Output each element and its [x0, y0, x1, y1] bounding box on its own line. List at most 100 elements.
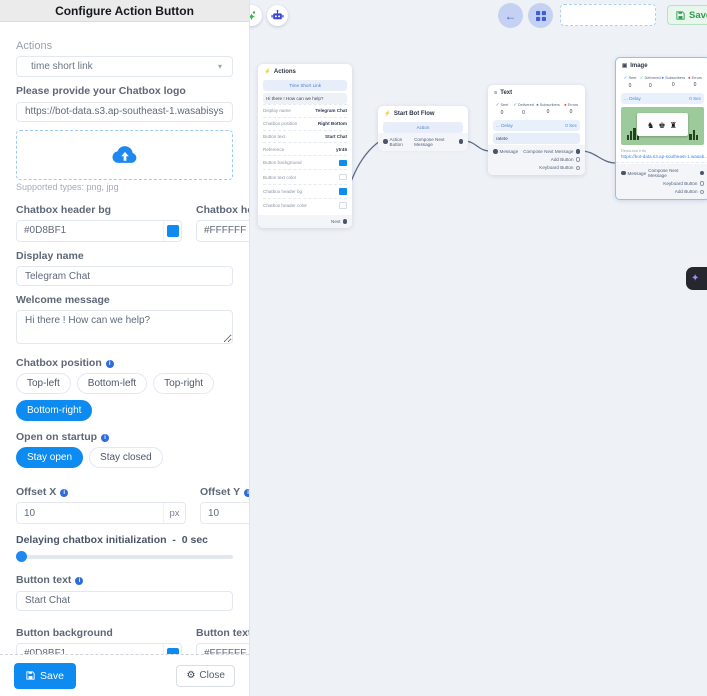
image-node[interactable]: ▣ Image ✓Sent0 ✓Delivered0 ●Subscribers0… [615, 57, 707, 200]
header-bg-swatch[interactable] [163, 221, 181, 241]
offset-y-label: Offset Y [200, 486, 250, 498]
next-socket[interactable] [343, 219, 348, 224]
add-button-socket-label: Add Button [675, 189, 698, 194]
start-bot-flow-node[interactable]: ⚡ Start Bot Flow Action Action Button Co… [378, 106, 468, 148]
button-text-color-label: Button text color [196, 627, 250, 639]
start-action-pill[interactable]: Action [383, 122, 463, 133]
logo-url-input[interactable] [16, 102, 233, 122]
bot-app-button[interactable] [267, 5, 288, 26]
message-socket-label: Message [500, 149, 519, 154]
add-button-socket[interactable] [576, 157, 581, 162]
welcome-message-input[interactable]: Hi there ! How can we help? [16, 310, 233, 344]
chess-pieces-image [647, 115, 678, 133]
info-icon [106, 360, 114, 368]
gear-icon [186, 670, 195, 681]
compose-next-socket[interactable] [700, 171, 705, 176]
actions-select[interactable]: time short link [16, 56, 233, 77]
logo-upload-dropzone[interactable] [16, 130, 233, 180]
offset-x-unit: px [163, 503, 185, 523]
offset-x-input[interactable] [17, 508, 163, 519]
delay-row[interactable]: ... Delay0 Sec [493, 120, 580, 131]
compose-next-socket-label: Compose Next Message [648, 168, 697, 178]
app: Configure Action Button Actions time sho… [0, 0, 707, 696]
add-button-socket[interactable] [700, 190, 705, 195]
text-content-pill[interactable]: ratete [493, 133, 580, 144]
add-button-socket-label: Add Button [551, 157, 574, 162]
text-node[interactable]: ≡ Text ✓Sent0 ✓Delivered0 ●Subscribers0 … [488, 85, 585, 175]
action-type-pill[interactable]: Time Short Link [263, 80, 347, 91]
action-button-socket[interactable] [383, 139, 388, 144]
color-swatch [339, 160, 347, 167]
info-icon [60, 489, 68, 497]
actions-select-value: time short link [31, 61, 93, 72]
action-button-socket-label: Action Button [390, 137, 413, 147]
image-preview[interactable] [621, 107, 704, 145]
delay-row[interactable]: ... Delay0 Sec [621, 93, 704, 104]
slider-thumb[interactable] [16, 551, 27, 562]
header-bg-label: Chatbox header bg [16, 204, 182, 216]
offset-x-label: Offset X [16, 486, 186, 498]
delivered-icon: ✓ [513, 102, 517, 108]
compose-next-socket[interactable] [459, 139, 464, 144]
keyboard-button-socket[interactable] [576, 166, 581, 171]
actions-node[interactable]: ⚡ Actions Time Short Link Hi there ! How… [258, 64, 352, 228]
offset-y-input[interactable] [201, 508, 250, 519]
message-socket[interactable] [493, 149, 498, 154]
node-footer: Next [258, 215, 352, 228]
node-row: Chatbox header color [263, 198, 347, 212]
node-row: Chatbox header bg [263, 184, 347, 198]
node-row: Display nameTelegram Chat [263, 104, 347, 117]
slider-track[interactable] [16, 555, 233, 559]
node-stats: ✓Sent0 ✓Delivered0 ●Subscribers0 ●Errors… [616, 72, 707, 91]
compose-next-socket[interactable] [576, 149, 581, 154]
close-button[interactable]: Close [176, 665, 235, 687]
sparkle-icon [691, 273, 699, 284]
save-icon [676, 11, 685, 20]
compose-next-socket-label: Compose Next Message [523, 149, 573, 154]
delay-slider[interactable] [16, 552, 233, 562]
open-on-startup-label: Open on startup [0, 431, 249, 443]
display-name-input[interactable] [16, 266, 233, 286]
sent-icon: ✓ [496, 102, 500, 108]
welcome-message-pill[interactable]: Hi there ! How can we help? [263, 93, 347, 104]
position-top-left[interactable]: Top-left [16, 373, 71, 394]
flow-canvas[interactable]: Save ⚡ Actions Time Short Link Hi there … [250, 0, 707, 696]
button-text-input[interactable] [16, 591, 233, 611]
position-top-right[interactable]: Top-right [153, 373, 214, 394]
logo-label: Please provide your Chatbox logo [0, 85, 249, 97]
message-socket[interactable] [621, 171, 626, 176]
start-node-title: Start Bot Flow [394, 111, 435, 117]
flow-name-input[interactable] [560, 4, 656, 26]
node-row: Button background [263, 155, 347, 169]
sent-icon: ✓ [624, 75, 628, 81]
plant-app-button[interactable] [250, 5, 262, 26]
position-bottom-right[interactable]: Bottom-right [16, 400, 92, 421]
save-icon [26, 671, 35, 680]
header-color-input[interactable] [197, 225, 250, 236]
ai-assistant-button[interactable] [686, 267, 707, 290]
keyboard-button-socket[interactable] [700, 181, 705, 186]
startup-stay-open[interactable]: Stay open [16, 447, 83, 468]
chevron-down-icon [218, 61, 222, 72]
save-button[interactable]: Save [14, 663, 76, 689]
node-row: Referenceytr45 [263, 142, 347, 155]
button-bg-label: Button background [16, 627, 182, 639]
resource-link[interactable]: https://bot-data.s3.ap-southeast-1.wasab… [616, 153, 707, 163]
info-icon [75, 577, 83, 585]
bolt-icon: ⚡ [384, 111, 391, 117]
image-icon: ▣ [622, 63, 627, 69]
plant-icon [250, 10, 258, 22]
header-bg-input[interactable] [17, 225, 163, 236]
image-node-title: Image [630, 63, 647, 69]
info-icon [101, 434, 109, 442]
startup-stay-closed[interactable]: Stay closed [89, 447, 163, 468]
position-bottom-left[interactable]: Bottom-left [77, 373, 147, 394]
color-swatch [339, 174, 347, 181]
grid-view-button[interactable] [528, 3, 553, 28]
color-swatch [339, 188, 347, 195]
supported-types-hint: Supported types: png, jpg [0, 182, 249, 192]
back-button[interactable] [498, 3, 523, 28]
node-row: Button textStart Chat [263, 130, 347, 143]
panel-title: Configure Action Button [0, 0, 249, 22]
canvas-save-button[interactable]: Save [667, 5, 707, 25]
